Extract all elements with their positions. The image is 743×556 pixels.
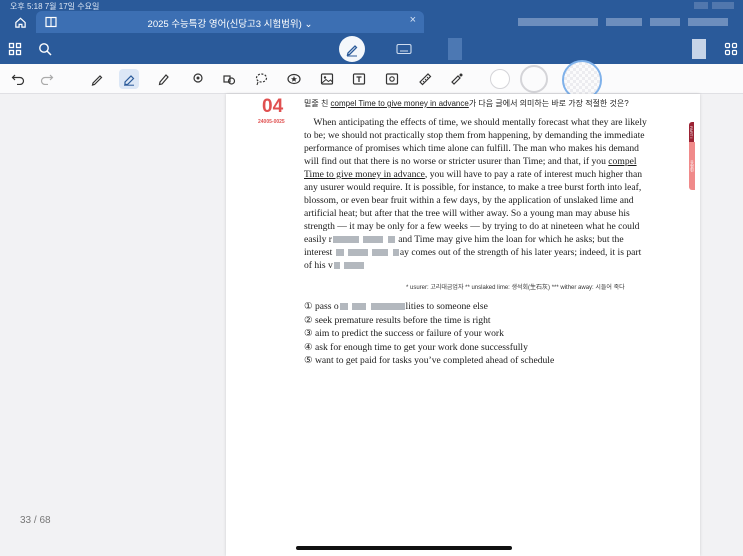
- highlighter-tool[interactable]: [153, 69, 173, 89]
- main-toolbar: [0, 33, 743, 64]
- passage-line: of his v: [304, 259, 666, 272]
- question-prompt: 밑줄 친 compel Time to give money in advanc…: [304, 99, 629, 108]
- redo-icon: [40, 74, 54, 85]
- keyboard-icon: [396, 43, 412, 55]
- sticker-icon: [287, 73, 301, 85]
- close-tab-button[interactable]: ×: [410, 14, 416, 26]
- image-tool[interactable]: [317, 69, 337, 89]
- passage-line: to be; we should not practically stop th…: [304, 130, 645, 141]
- page-view-button[interactable]: [692, 39, 706, 59]
- home-indicator[interactable]: [296, 546, 512, 550]
- wifi-icon: [694, 2, 708, 9]
- document-tab-title: 2025 수능특강 영어(신당고3 시험범위) ⌄: [147, 19, 313, 30]
- eraser-tool[interactable]: [119, 69, 139, 89]
- lasso-icon: [255, 73, 268, 86]
- section-tab-part: PART I: [689, 122, 694, 142]
- laser-pointer-tool[interactable]: [447, 69, 467, 89]
- undo-button[interactable]: [8, 69, 28, 89]
- passage-line: blossom, or even bear fruit within a few…: [304, 195, 634, 206]
- shape-tool[interactable]: [187, 69, 207, 89]
- ruler-icon: [419, 73, 432, 86]
- question-number: 04: [262, 96, 284, 117]
- tab-bar: 2025 수능특강 영어(신당고3 시험범위) ⌄ ×: [0, 11, 743, 33]
- choice-5[interactable]: ⑤ want to get paid for tasks you’ve comp…: [304, 354, 554, 368]
- status-bar: 오후 5:18 7월 17일 수요일: [0, 0, 743, 11]
- answer-choices: ① pass o lities to someone else ② seek p…: [304, 300, 554, 368]
- search-button[interactable]: [36, 40, 54, 58]
- blurred-region: [688, 18, 728, 26]
- ruler-tool[interactable]: [415, 69, 435, 89]
- highlighter-icon: [158, 74, 169, 86]
- blurred-region: [650, 18, 680, 26]
- passage-line: strength — it may be only for a few week…: [304, 221, 640, 232]
- blurred-region: [518, 18, 598, 26]
- redo-button[interactable]: [37, 69, 57, 89]
- undo-icon: [11, 74, 25, 85]
- passage-line: When anticipating the effects of time, w…: [304, 117, 647, 128]
- image-icon: [320, 73, 334, 85]
- pen-tool[interactable]: [87, 69, 107, 89]
- passage-line: performance of promises which time alone…: [304, 143, 639, 154]
- passage-line: any usurer would require. It is possible…: [304, 182, 642, 193]
- pen-circle-icon: [346, 45, 358, 57]
- stamp-icon: [223, 75, 236, 85]
- text-tool[interactable]: [349, 69, 369, 89]
- passage-line: will find out that there is no worse or …: [304, 156, 637, 167]
- screenshot-tool[interactable]: [382, 69, 402, 89]
- passage-line: interest ay comes out of the strength of…: [304, 247, 642, 258]
- annotation-mode-button[interactable]: [339, 36, 365, 62]
- page-indicator: 33 / 68: [20, 515, 51, 526]
- section-tab-type: 유형편: [689, 142, 695, 190]
- annotation-toolbar: [0, 60, 743, 100]
- sticker-tool[interactable]: [284, 69, 304, 89]
- passage: When anticipating the effects of time, w…: [304, 116, 666, 272]
- laser-pointer-icon: [451, 73, 463, 85]
- choice-4[interactable]: ④ ask for enough time to get your work d…: [304, 341, 554, 355]
- text-box-icon: [352, 73, 366, 85]
- choice-1[interactable]: ① pass o lities to someone else: [304, 300, 554, 314]
- camera-icon: [385, 73, 399, 85]
- choice-3[interactable]: ③ aim to predict the success or failure …: [304, 327, 554, 341]
- keyboard-button[interactable]: [394, 40, 414, 58]
- home-icon: [14, 17, 26, 28]
- lasso-tool[interactable]: [251, 69, 271, 89]
- search-icon: [39, 43, 52, 56]
- shape-icon: [193, 73, 203, 83]
- battery-icon: [712, 2, 734, 9]
- blurred-region: [448, 38, 462, 60]
- passage-line: artificial heat; but after that the tree…: [304, 208, 630, 219]
- color-swatch-2[interactable]: [520, 65, 548, 93]
- blurred-region: [606, 18, 642, 26]
- question-code: 24005-0025: [258, 119, 285, 125]
- pen-icon: [91, 75, 103, 86]
- stamp-tool[interactable]: [219, 69, 239, 89]
- chevron-down-icon[interactable]: ⌄: [304, 19, 312, 30]
- color-swatch-1[interactable]: [490, 69, 510, 89]
- passage-line: Time to give money in advance, you will …: [304, 169, 643, 180]
- thumbnails-button[interactable]: [6, 40, 24, 58]
- grid-icon: [8, 42, 22, 56]
- document-page: 04 24005-0025 밑줄 친 compel Time to give m…: [226, 94, 700, 556]
- glossary-note: * usurer: 고리대금업자 ** unslaked lime: 생석회(生…: [406, 285, 625, 291]
- choice-2[interactable]: ② seek premature results before the time…: [304, 314, 554, 328]
- menu-grid-icon: [724, 42, 738, 56]
- eraser-icon: [124, 75, 135, 86]
- home-button[interactable]: [6, 11, 34, 33]
- document-tab[interactable]: 2025 수능특강 영어(신당고3 시험범위) ⌄ ×: [36, 11, 424, 33]
- more-button[interactable]: [722, 39, 740, 59]
- passage-line: easily r and Time may give him the loan …: [304, 234, 624, 245]
- section-tab: PART I 유형편: [689, 122, 701, 190]
